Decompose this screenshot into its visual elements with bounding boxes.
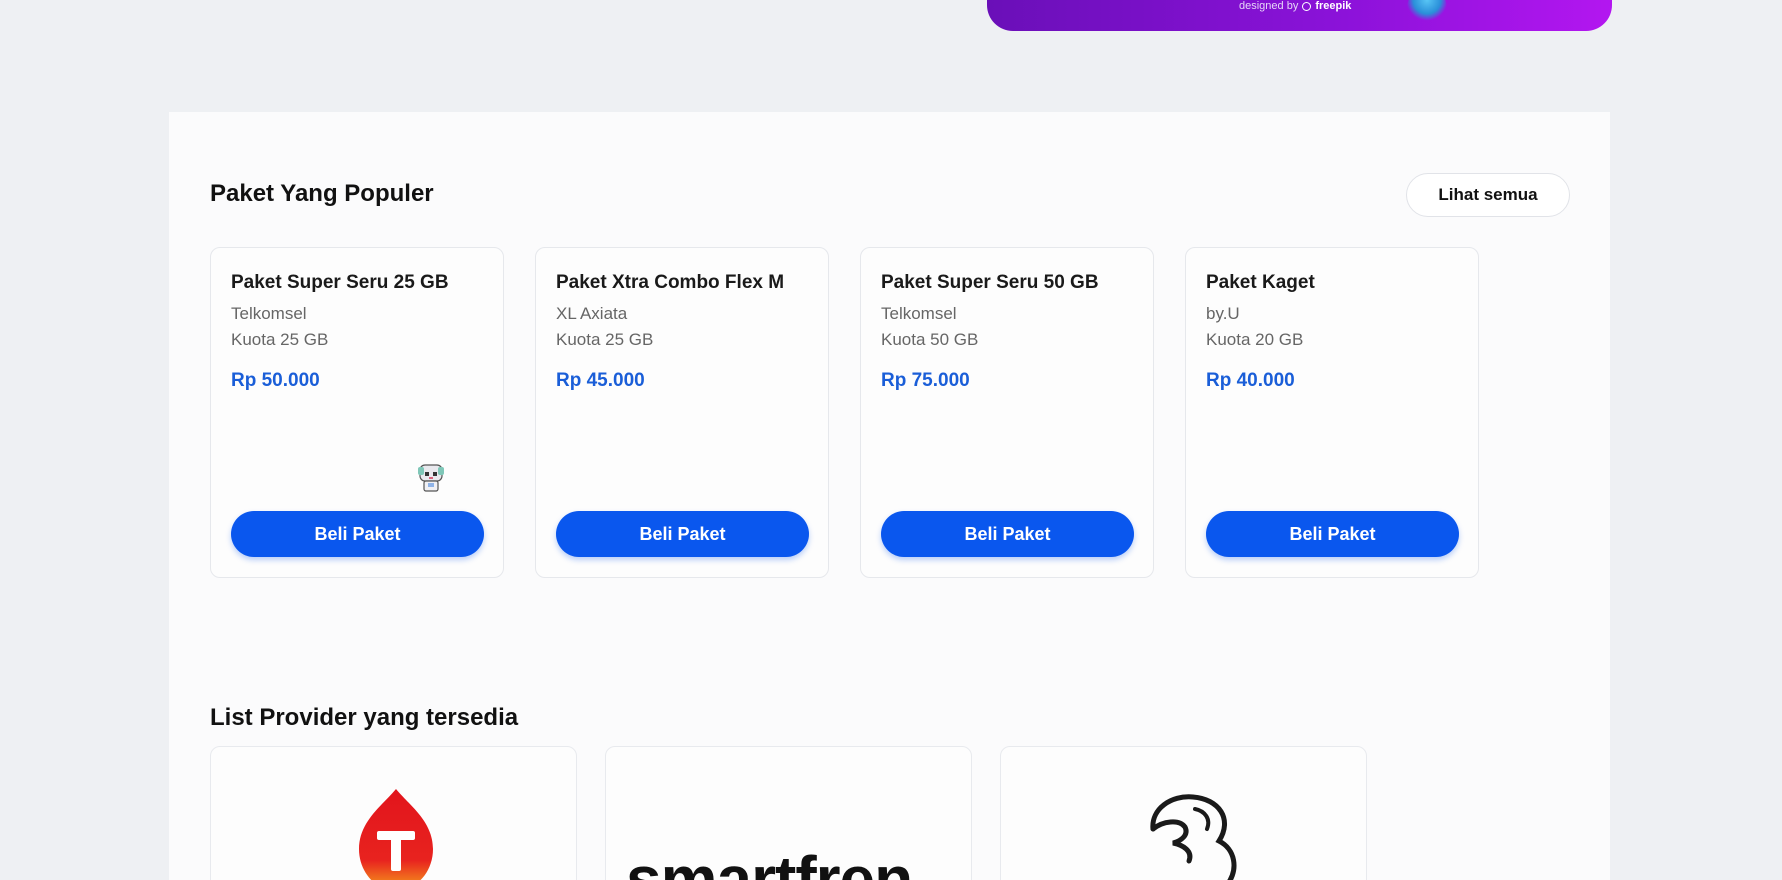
package-cards: Paket Super Seru 25 GB Telkomsel Kuota 2… xyxy=(210,247,1479,578)
package-card: Paket Kaget by.U Kuota 20 GB Rp 40.000 B… xyxy=(1185,247,1479,578)
see-all-button[interactable]: Lihat semua xyxy=(1406,173,1570,217)
mascot-sprite-icon xyxy=(418,464,444,492)
smartfren-logo-icon: smartfren. xyxy=(626,843,930,880)
three-logo-icon xyxy=(1150,794,1237,880)
package-card: Paket Super Seru 25 GB Telkomsel Kuota 2… xyxy=(210,247,504,578)
package-card: Paket Xtra Combo Flex M XL Axiata Kuota … xyxy=(535,247,829,578)
buy-package-button[interactable]: Beli Paket xyxy=(556,511,809,557)
package-quota: Kuota 20 GB xyxy=(1206,330,1304,349)
package-provider: XL Axiata xyxy=(556,304,628,323)
buy-package-button[interactable]: Beli Paket xyxy=(881,511,1134,557)
promo-banner[interactable]: designed by freepik xyxy=(987,0,1612,31)
package-name: Paket Kaget xyxy=(1206,272,1315,293)
package-provider: Telkomsel xyxy=(881,304,957,323)
banner-credit: designed by freepik xyxy=(1239,0,1351,12)
freepik-icon xyxy=(1302,1,1312,11)
package-name: Paket Super Seru 50 GB xyxy=(881,272,1099,293)
package-quota: Kuota 25 GB xyxy=(556,330,654,349)
telkomsel-logo-icon xyxy=(359,789,433,880)
buy-package-button[interactable]: Beli Paket xyxy=(1206,511,1459,557)
credit-brand: freepik xyxy=(1315,0,1352,12)
package-price: Rp 45.000 xyxy=(556,370,645,391)
provider-list: smartfren. xyxy=(210,746,1367,880)
banner-decoration xyxy=(1407,0,1447,28)
provider-card-three[interactable] xyxy=(1000,746,1367,880)
package-provider: by.U xyxy=(1206,304,1240,323)
package-provider: Telkomsel xyxy=(231,304,307,323)
package-card: Paket Super Seru 50 GB Telkomsel Kuota 5… xyxy=(860,247,1154,578)
provider-card-telkomsel[interactable] xyxy=(210,746,577,880)
package-price: Rp 40.000 xyxy=(1206,370,1295,391)
provider-card-smartfren[interactable]: smartfren. xyxy=(605,746,972,880)
credit-prefix: designed by xyxy=(1239,0,1299,12)
provider-section-title: List Provider yang tersedia xyxy=(210,704,519,731)
package-quota: Kuota 50 GB xyxy=(881,330,979,349)
package-name: Paket Super Seru 25 GB xyxy=(231,272,449,293)
package-price: Rp 50.000 xyxy=(231,370,320,391)
main-panel: Paket Yang Populer Lihat semua Paket Sup… xyxy=(169,112,1610,880)
package-price: Rp 75.000 xyxy=(881,370,970,391)
package-quota: Kuota 25 GB xyxy=(231,330,329,349)
popular-section-title: Paket Yang Populer xyxy=(210,180,434,207)
package-name: Paket Xtra Combo Flex M xyxy=(556,272,785,293)
buy-package-button[interactable]: Beli Paket xyxy=(231,511,484,557)
